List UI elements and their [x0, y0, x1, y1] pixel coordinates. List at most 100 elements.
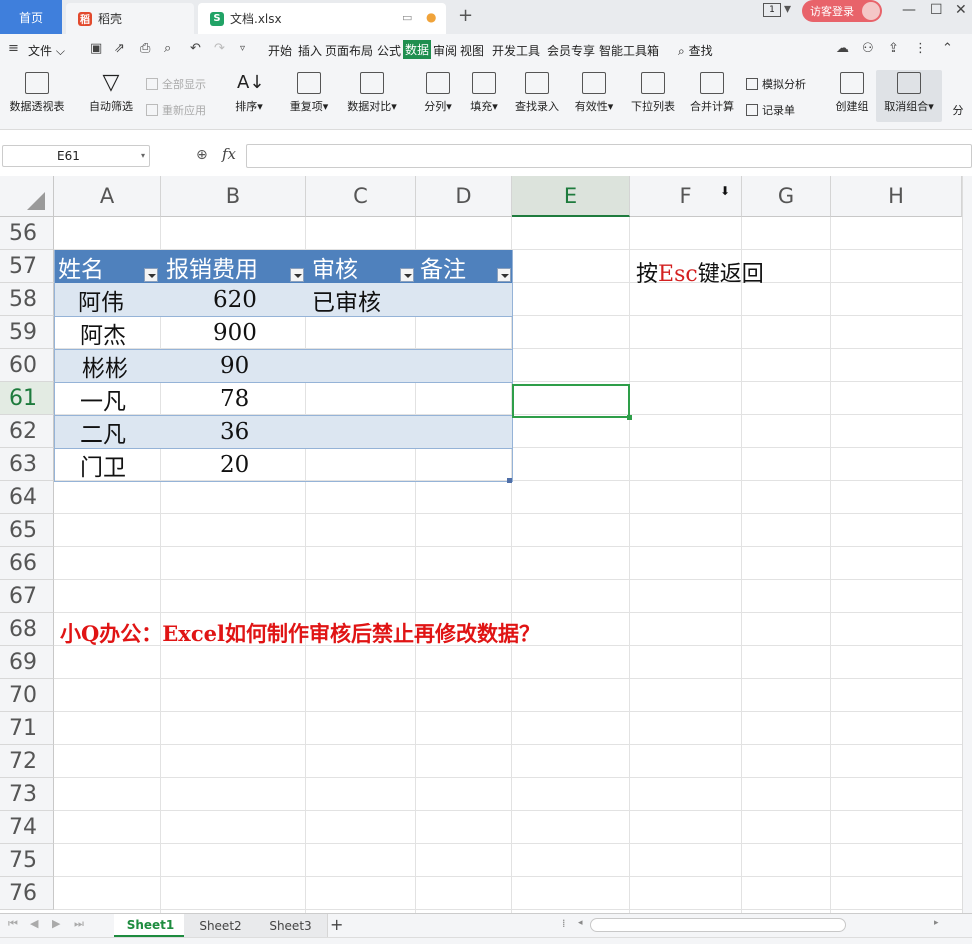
close-button[interactable]: ✕: [955, 2, 967, 18]
row-header[interactable]: 70: [0, 679, 54, 712]
row-header[interactable]: 67: [0, 580, 54, 613]
next-sheet-icon[interactable]: ▶: [52, 917, 60, 930]
row-header[interactable]: 59: [0, 316, 54, 349]
create-group-button[interactable]: 创建组: [832, 72, 872, 114]
row-header[interactable]: 75: [0, 844, 54, 877]
row-header[interactable]: 66: [0, 547, 54, 580]
consolidate-button[interactable]: 合并计算: [686, 72, 738, 114]
row-header[interactable]: 71: [0, 712, 54, 745]
insert-function-button[interactable]: fx: [222, 145, 236, 163]
row-header[interactable]: 58: [0, 283, 54, 316]
pivot-table-button[interactable]: 数据透视表: [6, 72, 68, 114]
name-box-dropdown-icon[interactable]: ▾: [141, 146, 145, 166]
column-header-a[interactable]: A: [54, 176, 161, 217]
row-header[interactable]: 74: [0, 811, 54, 844]
data-compare-button[interactable]: 数据对比▾: [342, 72, 402, 114]
new-tab-button[interactable]: +: [458, 5, 473, 26]
cell-name[interactable]: 二凡: [80, 415, 126, 448]
splitter-icon[interactable]: ⁞: [562, 917, 566, 930]
fill-handle[interactable]: [627, 415, 632, 420]
row-header[interactable]: 76: [0, 877, 54, 910]
column-header-e[interactable]: E: [512, 176, 630, 217]
customize-icon[interactable]: ▿: [240, 42, 254, 56]
name-box[interactable]: E61 ▾: [2, 145, 150, 167]
menu-page-layout[interactable]: 页面布局: [325, 42, 373, 59]
scroll-right-icon[interactable]: ▸: [934, 918, 939, 928]
duplicates-button[interactable]: 重复项▾: [284, 72, 334, 114]
row-header[interactable]: 69: [0, 646, 54, 679]
table-header-note[interactable]: 备注: [420, 250, 466, 283]
prev-sheet-icon[interactable]: ◀: [30, 917, 38, 930]
row-header[interactable]: 72: [0, 745, 54, 778]
share-user-icon[interactable]: ⚇: [862, 42, 876, 56]
save-icon[interactable]: ▣: [90, 42, 104, 56]
filter-dropdown-icon[interactable]: [144, 268, 158, 282]
column-header-g[interactable]: G: [742, 176, 831, 217]
collapse-ribbon-icon[interactable]: ⌃: [942, 42, 956, 56]
menu-developer[interactable]: 开发工具: [492, 42, 540, 59]
filter-dropdown-icon[interactable]: [400, 268, 414, 282]
formula-input[interactable]: [246, 144, 972, 168]
add-sheet-button[interactable]: +: [330, 915, 343, 934]
menu-review[interactable]: 审阅: [433, 42, 457, 59]
menu-insert[interactable]: 插入: [298, 42, 322, 59]
menu-view[interactable]: 视图: [460, 42, 484, 59]
cell-name[interactable]: 阿杰: [80, 316, 126, 349]
sheet-tab-sheet2[interactable]: Sheet2: [184, 914, 258, 937]
preview-icon[interactable]: ⌕: [164, 42, 178, 56]
row-header[interactable]: 60: [0, 349, 54, 382]
horizontal-scrollbar[interactable]: [590, 918, 846, 932]
hamburger-icon[interactable]: ≡: [8, 42, 22, 56]
spreadsheet-grid[interactable]: A B C D E F G H ⬇ 56 57 58 59 60 61 62 6…: [0, 176, 972, 913]
table-header-amount[interactable]: 报销费用: [166, 250, 258, 283]
title-cell[interactable]: 小Q办公：Excel如何制作审核后禁止再修改数据？: [60, 618, 540, 648]
first-sheet-icon[interactable]: ⏮: [8, 917, 18, 931]
validity-button[interactable]: 有效性▾: [570, 72, 618, 114]
row-header[interactable]: 56: [0, 217, 54, 250]
selected-cell[interactable]: [512, 384, 630, 418]
cell-name[interactable]: 阿伟: [78, 283, 124, 316]
lookup-entry-button[interactable]: 查找录入: [512, 72, 562, 114]
table-header-name[interactable]: 姓名: [58, 250, 104, 283]
row-header[interactable]: 64: [0, 481, 54, 514]
cell-amount[interactable]: 78: [220, 382, 249, 415]
autofilter-button[interactable]: ▽ 自动筛选: [84, 72, 138, 114]
ungroup-button[interactable]: 取消组合▾: [876, 70, 942, 122]
menu-data[interactable]: 数据: [403, 40, 432, 59]
sheet-tab-sheet3[interactable]: Sheet3: [254, 914, 328, 937]
column-header-b[interactable]: B: [161, 176, 306, 217]
select-all-corner[interactable]: [0, 176, 54, 217]
sheet-tab-sheet1[interactable]: Sheet1: [114, 914, 188, 937]
menu-formula[interactable]: 公式: [377, 42, 401, 59]
row-header[interactable]: 65: [0, 514, 54, 547]
column-header-d[interactable]: D: [416, 176, 512, 217]
screen-icon[interactable]: ▭: [402, 11, 412, 24]
minimize-button[interactable]: —: [902, 2, 916, 18]
zoom-formula-icon[interactable]: ⊕: [196, 147, 208, 163]
visitor-login-button[interactable]: 访客登录: [802, 0, 882, 22]
column-header-h[interactable]: H: [831, 176, 962, 217]
tab-document[interactable]: S 文档.xlsx ▭ ●: [198, 3, 446, 34]
menu-smart-tools[interactable]: 智能工具箱: [599, 42, 659, 59]
redo-icon[interactable]: ↷: [214, 42, 228, 56]
row-header-selected[interactable]: 61: [0, 382, 54, 415]
cell-amount[interactable]: 20: [220, 448, 249, 481]
tab-home[interactable]: 首页: [0, 0, 62, 34]
ribbon-more-button[interactable]: 分: [948, 102, 968, 118]
sort-button[interactable]: A↓ 排序▾: [228, 72, 270, 114]
table-resize-handle[interactable]: [507, 478, 512, 483]
menu-start[interactable]: 开始: [268, 42, 292, 59]
table-header-audit[interactable]: 审核: [312, 250, 358, 283]
cell-name[interactable]: 彬彬: [82, 349, 128, 382]
search-command[interactable]: ⌕ 查找: [678, 42, 713, 59]
share-icon[interactable]: ⇪: [888, 42, 902, 56]
dropdown-list-button[interactable]: 下拉列表: [628, 72, 678, 114]
cell-name[interactable]: 一凡: [80, 382, 126, 415]
tab-daoke[interactable]: 稻 稻壳: [66, 3, 194, 34]
more-icon[interactable]: ⋮: [914, 42, 928, 56]
cell-name[interactable]: 门卫: [80, 448, 126, 481]
filter-dropdown-icon[interactable]: [497, 268, 511, 282]
cell-amount[interactable]: 90: [220, 349, 249, 382]
row-header[interactable]: 62: [0, 415, 54, 448]
filter-dropdown-icon[interactable]: [290, 268, 304, 282]
